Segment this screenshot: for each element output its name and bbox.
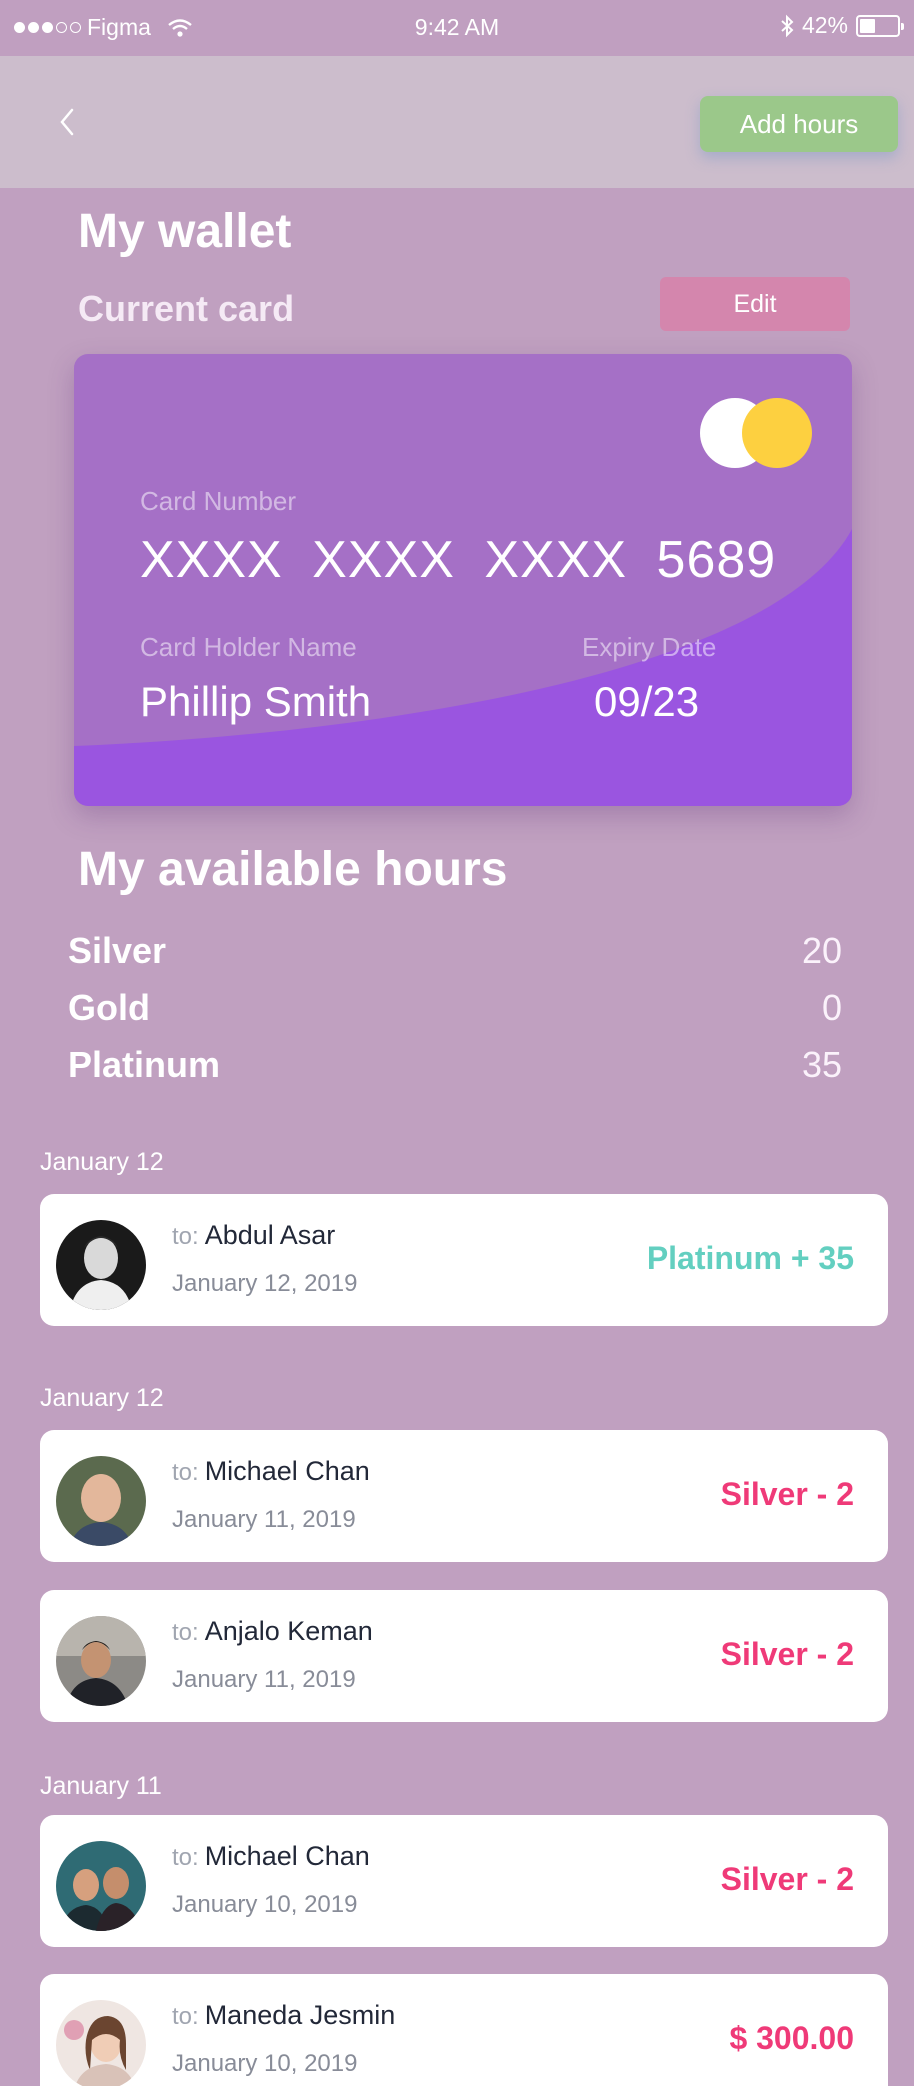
transaction-amount: Silver - 2 [720, 1476, 854, 1512]
hours-row-silver: Silver 20 [68, 930, 842, 976]
hours-row-gold: Gold 0 [68, 987, 842, 1033]
transaction-card[interactable]: to: Maneda Jesmin January 10, 2019 $ 300.… [40, 1974, 888, 2086]
hours-value: 20 [801, 930, 842, 971]
transaction-date: January 11, 2019 [172, 1506, 356, 1533]
to-prefix: to: [172, 2003, 199, 2030]
card-number-label: Card Number [140, 486, 297, 516]
edit-card-button[interactable]: Edit [660, 277, 850, 331]
transaction-date: January 10, 2019 [172, 1891, 358, 1918]
recipient: to: Abdul Asar [172, 1220, 335, 1251]
to-prefix: to: [172, 1844, 199, 1871]
transaction-date: January 12, 2019 [172, 1270, 358, 1297]
recipient-name: Maneda Jesmin [204, 2000, 396, 2030]
available-hours-title: My available hours [78, 843, 508, 896]
expiry-date: 09/23 [594, 678, 700, 725]
battery-level-fill [860, 18, 876, 33]
hours-value: 35 [801, 1044, 842, 1085]
chevron-left-icon [60, 108, 74, 136]
credit-card[interactable]: Card Number XXXX XXXX XXXX 5689 Card Hol… [74, 354, 852, 806]
hours-name: Platinum [68, 1044, 221, 1085]
recipient: to: Anjalo Keman [172, 1616, 373, 1647]
recipient: to: Maneda Jesmin [172, 2000, 395, 2031]
to-prefix: to: [172, 1619, 199, 1646]
date-header: January 12 [40, 1384, 164, 1412]
to-prefix: to: [172, 1459, 199, 1486]
avatar [56, 1456, 146, 1546]
battery-icon [856, 14, 904, 37]
transaction-card[interactable]: to: Abdul Asar January 12, 2019 Platinum … [40, 1194, 888, 1326]
expiry-date-label: Expiry Date [582, 632, 717, 662]
card-brand-logo-icon [700, 396, 818, 470]
transaction-amount: $ 300.00 [729, 2020, 854, 2056]
avatar [56, 2000, 146, 2086]
avatar [56, 1841, 146, 1931]
status-right-group: 42% [780, 12, 904, 39]
avatar [56, 1616, 146, 1706]
card-holder-name: Phillip Smith [140, 678, 372, 725]
recipient: to: Michael Chan [172, 1841, 370, 1872]
current-card-label: Current card [78, 288, 295, 329]
transaction-amount: Platinum + 35 [646, 1240, 854, 1276]
battery-percent: 42% [801, 12, 848, 38]
recipient-name: Michael Chan [204, 1456, 370, 1486]
recipient: to: Michael Chan [172, 1456, 370, 1487]
hours-name: Silver [68, 930, 167, 971]
add-hours-button[interactable]: Add hours [700, 96, 898, 152]
status-time: 9:42 AM [414, 14, 500, 40]
transaction-card[interactable]: to: Anjalo Keman January 11, 2019 Silver … [40, 1590, 888, 1722]
transaction-card[interactable]: to: Michael Chan January 11, 2019 Silver … [40, 1430, 888, 1562]
navigation-bar: Add hours [0, 56, 914, 188]
recipient-name: Michael Chan [204, 1841, 370, 1871]
transaction-date: January 11, 2019 [172, 1666, 356, 1693]
date-header: January 11 [40, 1772, 162, 1800]
transaction-date: January 10, 2019 [172, 2050, 358, 2077]
card-holder-label: Card Holder Name [140, 632, 357, 662]
transaction-card[interactable]: to: Michael Chan January 10, 2019 Silver … [40, 1815, 888, 1947]
recipient-name: Anjalo Keman [204, 1616, 373, 1646]
status-bar: Figma 9:42 AM 42% [0, 0, 914, 56]
transaction-amount: Silver - 2 [720, 1861, 854, 1897]
page-title: My wallet [78, 205, 292, 258]
hours-row-platinum: Platinum 35 [68, 1044, 842, 1090]
date-header: January 12 [40, 1148, 164, 1176]
avatar [56, 1220, 146, 1310]
transaction-amount: Silver - 2 [720, 1636, 854, 1672]
card-number: XXXX XXXX XXXX 5689 [140, 531, 777, 589]
back-button[interactable] [50, 100, 86, 144]
hours-value: 0 [821, 987, 842, 1028]
recipient-name: Abdul Asar [204, 1220, 336, 1250]
hours-name: Gold [68, 987, 150, 1028]
to-prefix: to: [172, 1223, 199, 1250]
bluetooth-icon [781, 14, 794, 37]
